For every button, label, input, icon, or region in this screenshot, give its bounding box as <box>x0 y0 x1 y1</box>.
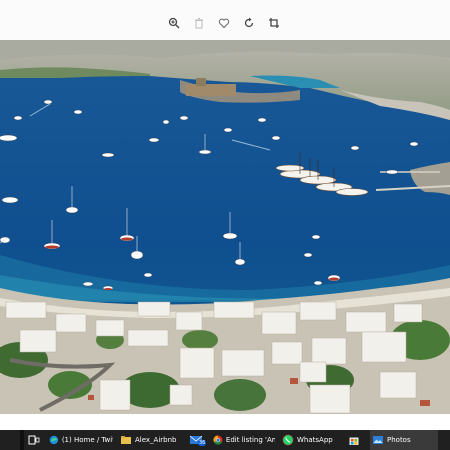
taskbar-item-label: WhatsApp <box>297 436 333 444</box>
crop-icon <box>269 18 279 28</box>
photo-viewer-toolbar <box>0 0 450 40</box>
taskbar-item-store[interactable] <box>346 430 366 450</box>
crop-button[interactable] <box>265 14 283 32</box>
taskbar-item-alex-airbnb[interactable]: Alex_Airbnb <box>118 430 184 450</box>
taskbar-item-photos[interactable]: Photos <box>370 430 438 450</box>
taskbar-item-edge-twitter[interactable]: (1) Home / Twitt... <box>47 430 115 450</box>
taskbar-item-label: Edit listing 'Am... <box>225 436 275 444</box>
taskbar-item-chrome-edit-listing[interactable]: Edit listing 'Am... <box>211 430 277 450</box>
taskbar-item-label: Alex_Airbnb <box>135 436 177 444</box>
favorite-button[interactable] <box>215 14 233 32</box>
taskbar-item-whatsapp[interactable]: WhatsApp <box>280 430 340 450</box>
viewer-bottom-margin <box>0 414 450 430</box>
unread-count-badge: 36 <box>198 440 207 446</box>
taskbar-item-label: Photos <box>387 436 411 444</box>
taskbar: (1) Home / Twitt... Alex_Airbnb 36 Edit … <box>0 430 450 450</box>
photo-canvas[interactable] <box>0 40 450 414</box>
rotate-button[interactable] <box>240 14 258 32</box>
zoom-in-button[interactable] <box>165 14 183 32</box>
task-view-button[interactable] <box>26 430 42 450</box>
rotate-icon <box>244 17 254 28</box>
delete-button[interactable] <box>190 14 208 32</box>
taskbar-item-mail[interactable]: 36 <box>187 430 209 450</box>
chrome-icon <box>213 435 223 445</box>
delete-icon <box>195 18 203 29</box>
photos-icon <box>373 436 383 444</box>
taskbar-left-edge <box>20 430 24 450</box>
zoom-in-icon <box>168 17 180 29</box>
whatsapp-icon <box>282 434 294 446</box>
taskbar-item-label: (1) Home / Twitt... <box>61 436 113 444</box>
edge-icon <box>49 435 59 445</box>
folder-icon <box>121 436 131 444</box>
store-bag-icon <box>349 437 359 445</box>
harbor-aerial-photo <box>0 40 450 414</box>
favorite-heart-icon <box>218 18 230 29</box>
task-view-icon <box>28 435 40 445</box>
